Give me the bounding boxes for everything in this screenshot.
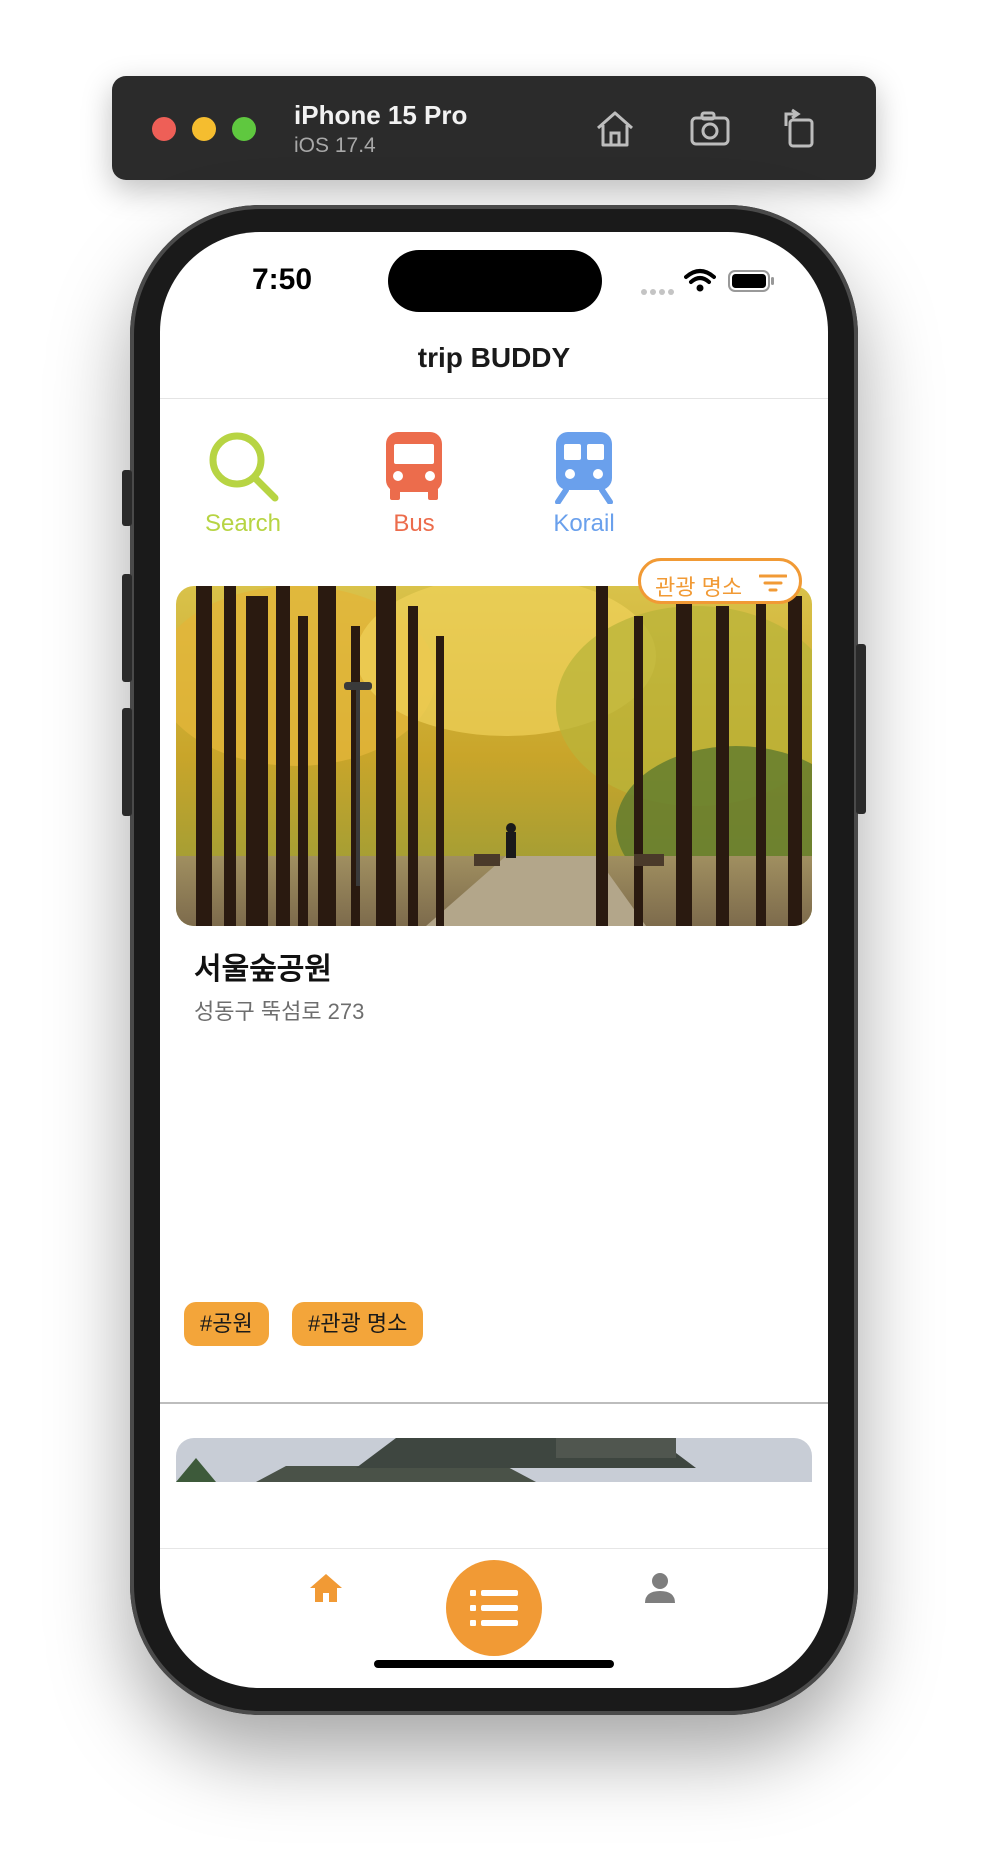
bus-icon bbox=[386, 432, 442, 500]
close-window-button[interactable] bbox=[152, 117, 176, 141]
tab-bar-divider bbox=[160, 1548, 828, 1549]
page-title: trip BUDDY bbox=[417, 342, 571, 373]
os-version: iOS 17.4 bbox=[294, 134, 376, 157]
search-label: Search bbox=[204, 510, 282, 537]
rotate-icon[interactable] bbox=[777, 106, 823, 152]
search-icon bbox=[209, 432, 279, 502]
minimize-window-button[interactable] bbox=[192, 117, 216, 141]
signal-icon bbox=[641, 289, 674, 295]
place-photo[interactable] bbox=[176, 586, 812, 926]
forest-photo bbox=[176, 586, 812, 926]
screenshot-icon[interactable] bbox=[687, 106, 733, 152]
place-tag[interactable]: #공원 bbox=[184, 1302, 269, 1346]
bus-shortcut[interactable]: Bus bbox=[354, 428, 474, 538]
dynamic-island bbox=[388, 250, 602, 312]
home-indicator[interactable] bbox=[374, 1660, 614, 1668]
next-place-photo[interactable] bbox=[176, 1438, 812, 1482]
category-filter-button[interactable]: 관광 명소 bbox=[638, 558, 802, 604]
filter-icon bbox=[759, 574, 787, 592]
filter-label: 관광 명소 bbox=[655, 575, 743, 600]
place-name[interactable]: 서울숲공원 bbox=[194, 944, 332, 988]
header-divider bbox=[160, 398, 828, 399]
device-name: iPhone 15 Pro bbox=[294, 100, 468, 130]
list-tab-button[interactable] bbox=[446, 1560, 542, 1656]
building-photo bbox=[176, 1438, 812, 1482]
app-screen: 7:50 trip BUDDY Search Bus Korail 관광 명소 … bbox=[160, 232, 828, 1688]
home-icon[interactable] bbox=[592, 106, 638, 152]
wifi-icon bbox=[684, 269, 716, 292]
place-tag[interactable]: #관광 명소 bbox=[292, 1302, 424, 1346]
battery-icon bbox=[728, 270, 774, 292]
action-button[interactable] bbox=[122, 470, 132, 526]
list-icon bbox=[470, 1590, 518, 1626]
search-shortcut[interactable]: Search bbox=[183, 428, 303, 538]
korail-label: Korail bbox=[553, 510, 615, 537]
korail-shortcut[interactable]: Korail bbox=[524, 428, 644, 538]
status-time: 7:50 bbox=[252, 263, 313, 296]
place-address: 성동구 뚝섬로 273 bbox=[194, 999, 365, 1024]
simulator-toolbar: iPhone 15 Pro iOS 17.4 bbox=[112, 76, 876, 180]
train-icon bbox=[555, 432, 613, 504]
bus-label: Bus bbox=[393, 510, 435, 537]
zoom-window-button[interactable] bbox=[232, 117, 256, 141]
card-divider bbox=[160, 1402, 828, 1404]
person-icon[interactable] bbox=[644, 1572, 676, 1604]
power-button[interactable] bbox=[856, 644, 866, 814]
volume-up-button[interactable] bbox=[122, 574, 132, 682]
volume-down-button[interactable] bbox=[122, 708, 132, 816]
home-icon[interactable] bbox=[308, 1572, 344, 1604]
